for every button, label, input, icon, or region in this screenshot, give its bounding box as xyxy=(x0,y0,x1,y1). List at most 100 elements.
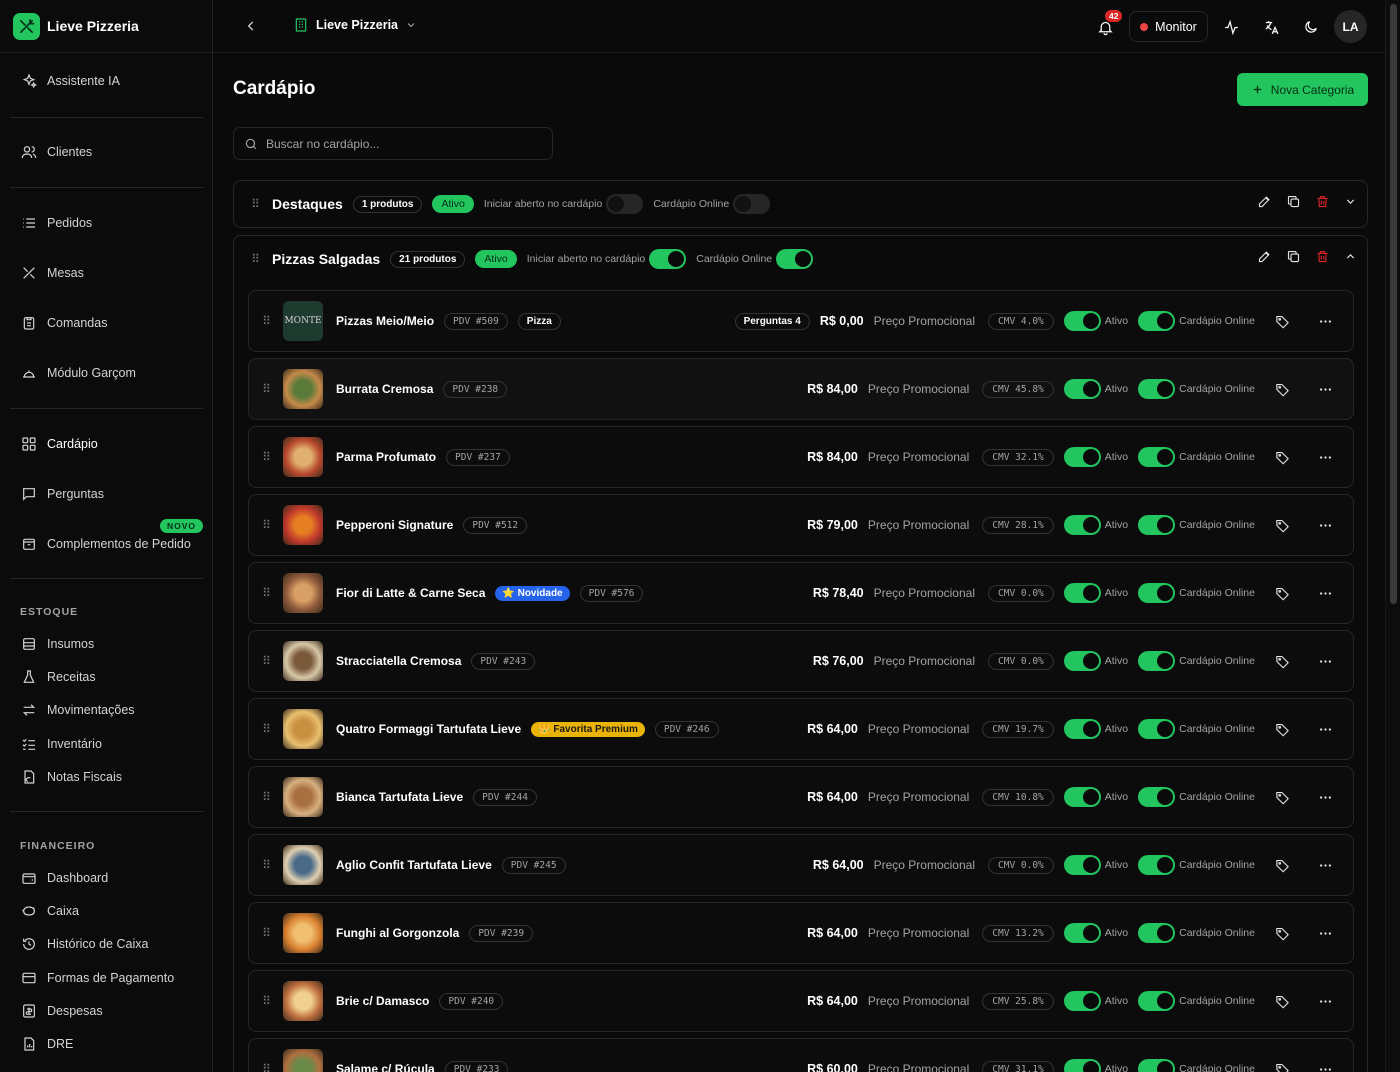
sidebar-item-complementos[interactable]: Complementos de Pedido xyxy=(10,527,203,561)
drag-handle-icon[interactable]: ⠿ xyxy=(261,859,271,871)
sidebar-item-movimentacoes[interactable]: Movimentações xyxy=(10,693,203,727)
online-toggle[interactable] xyxy=(733,194,771,214)
promo-price-link[interactable]: Preço Promocional xyxy=(868,518,969,532)
user-avatar[interactable]: LA xyxy=(1334,10,1367,43)
online-toggle[interactable] xyxy=(1138,923,1176,943)
sidebar-item-cardapio[interactable]: Cardápio xyxy=(10,427,203,461)
tag-icon[interactable] xyxy=(1275,994,1290,1009)
sidebar-item-perguntas[interactable]: Perguntas xyxy=(10,477,203,511)
drag-handle-icon[interactable]: ⠿ xyxy=(250,198,260,210)
promo-price-link[interactable]: Preço Promocional xyxy=(868,1062,969,1072)
online-toggle[interactable] xyxy=(776,249,814,269)
drag-handle-icon[interactable]: ⠿ xyxy=(250,253,260,265)
sidebar-item-formas-pagamento[interactable]: Formas de Pagamento xyxy=(10,961,203,995)
drag-handle-icon[interactable]: ⠿ xyxy=(261,383,271,395)
online-toggle[interactable] xyxy=(1138,719,1176,739)
tag-icon[interactable] xyxy=(1275,382,1290,397)
promo-price-link[interactable]: Preço Promocional xyxy=(868,790,969,804)
monitor-button[interactable]: Monitor xyxy=(1129,11,1208,42)
scrollbar[interactable] xyxy=(1385,0,1400,1072)
online-toggle[interactable] xyxy=(1138,787,1176,807)
sidebar-item-clientes[interactable]: Clientes xyxy=(10,135,203,169)
tag-icon[interactable] xyxy=(1275,926,1290,941)
product-row[interactable]: ⠿ Salame c/ Rúcula PDV #233 R$ 60,00 Preço P… xyxy=(248,1038,1354,1072)
tag-icon[interactable] xyxy=(1275,518,1290,533)
more-options-icon[interactable] xyxy=(1318,722,1333,737)
active-toggle[interactable] xyxy=(1063,991,1101,1011)
open-toggle[interactable] xyxy=(649,249,687,269)
scrollbar-thumb[interactable] xyxy=(1390,4,1397,604)
online-toggle[interactable] xyxy=(1138,1059,1176,1072)
duplicate-icon[interactable] xyxy=(1286,249,1301,264)
more-options-icon[interactable] xyxy=(1318,586,1333,601)
drag-handle-icon[interactable]: ⠿ xyxy=(261,315,271,327)
drag-handle-icon[interactable]: ⠿ xyxy=(261,519,271,531)
theme-toggle-button[interactable] xyxy=(1301,17,1321,37)
tag-icon[interactable] xyxy=(1275,722,1290,737)
back-button[interactable] xyxy=(241,16,261,36)
promo-price-link[interactable]: Preço Promocional xyxy=(868,450,969,464)
drag-handle-icon[interactable]: ⠿ xyxy=(261,723,271,735)
active-toggle[interactable] xyxy=(1063,583,1101,603)
sidebar-item-despesas[interactable]: Despesas xyxy=(10,994,203,1028)
active-toggle[interactable] xyxy=(1063,923,1101,943)
product-row[interactable]: ⠿ Stracciatella Cremosa PDV #243 R$ 76,00 Pr… xyxy=(248,630,1354,692)
sidebar-item-caixa[interactable]: Caixa xyxy=(10,894,203,928)
edit-icon[interactable] xyxy=(1257,194,1272,209)
sidebar-item-pedidos[interactable]: Pedidos xyxy=(10,206,203,240)
tag-icon[interactable] xyxy=(1275,314,1290,329)
more-options-icon[interactable] xyxy=(1318,1062,1333,1072)
product-row[interactable]: ⠿ Quatro Formaggi Tartufata Lieve 👑 Favori… xyxy=(248,698,1354,760)
online-toggle[interactable] xyxy=(1138,447,1176,467)
sidebar-item-notas-fiscais[interactable]: Notas Fiscais xyxy=(10,760,203,794)
drag-handle-icon[interactable]: ⠿ xyxy=(261,927,271,939)
duplicate-icon[interactable] xyxy=(1286,194,1301,209)
product-row[interactable]: ⠿ Aglio Confit Tartufata Lieve PDV #245 R$ … xyxy=(248,834,1354,896)
sidebar-item-insumos[interactable]: Insumos xyxy=(10,627,203,661)
more-options-icon[interactable] xyxy=(1318,654,1333,669)
online-toggle[interactable] xyxy=(1138,379,1176,399)
sidebar-item-dashboard[interactable]: Dashboard xyxy=(10,861,203,895)
active-toggle[interactable] xyxy=(1063,651,1101,671)
chevron-up-icon[interactable] xyxy=(1344,250,1357,263)
promo-price-link[interactable]: Preço Promocional xyxy=(868,382,969,396)
product-row[interactable]: ⠿ Brie c/ Damasco PDV #240 R$ 64,00 Preço Pr… xyxy=(248,970,1354,1032)
product-row[interactable]: ⠿ Funghi al Gorgonzola PDV #239 R$ 64,00 Pre… xyxy=(248,902,1354,964)
sidebar-item-assistente-ia[interactable]: Assistente IA xyxy=(10,64,203,98)
more-options-icon[interactable] xyxy=(1318,450,1333,465)
online-toggle[interactable] xyxy=(1138,583,1176,603)
active-toggle[interactable] xyxy=(1063,311,1101,331)
tag-icon[interactable] xyxy=(1275,858,1290,873)
language-button[interactable] xyxy=(1261,17,1281,37)
product-row[interactable]: ⠿ Parma Profumato PDV #237 R$ 84,00 Preço Pr… xyxy=(248,426,1354,488)
active-toggle[interactable] xyxy=(1063,855,1101,875)
drag-handle-icon[interactable]: ⠿ xyxy=(261,791,271,803)
more-options-icon[interactable] xyxy=(1318,790,1333,805)
online-toggle[interactable] xyxy=(1138,311,1176,331)
promo-price-link[interactable]: Preço Promocional xyxy=(874,586,975,600)
product-row[interactable]: ⠿ Fior di Latte & Carne Seca ⭐ Novidade PDV… xyxy=(248,562,1354,624)
edit-icon[interactable] xyxy=(1257,249,1272,264)
tag-icon[interactable] xyxy=(1275,1062,1290,1072)
promo-price-link[interactable]: Preço Promocional xyxy=(874,314,975,328)
active-toggle[interactable] xyxy=(1063,515,1101,535)
product-row[interactable]: ⠿ Pepperoni Signature PDV #512 R$ 79,00 Preç… xyxy=(248,494,1354,556)
promo-price-link[interactable]: Preço Promocional xyxy=(868,926,969,940)
more-options-icon[interactable] xyxy=(1318,994,1333,1009)
active-toggle[interactable] xyxy=(1063,719,1101,739)
delete-icon[interactable] xyxy=(1315,194,1330,209)
sidebar-item-inventario[interactable]: Inventário xyxy=(10,727,203,761)
promo-price-link[interactable]: Preço Promocional xyxy=(868,994,969,1008)
chevron-down-icon[interactable] xyxy=(1344,195,1357,208)
more-options-icon[interactable] xyxy=(1318,518,1333,533)
sidebar-item-historico-caixa[interactable]: Histórico de Caixa xyxy=(10,927,203,961)
more-options-icon[interactable] xyxy=(1318,858,1333,873)
notifications-button[interactable]: 42 xyxy=(1095,9,1124,37)
drag-handle-icon[interactable]: ⠿ xyxy=(261,1063,271,1072)
open-toggle[interactable] xyxy=(606,194,644,214)
more-options-icon[interactable] xyxy=(1318,314,1333,329)
drag-handle-icon[interactable]: ⠿ xyxy=(261,655,271,667)
tag-icon[interactable] xyxy=(1275,790,1290,805)
more-options-icon[interactable] xyxy=(1318,926,1333,941)
product-row[interactable]: ⠿ Burrata Cremosa PDV #238 R$ 84,00 Preço Pr… xyxy=(248,358,1354,420)
